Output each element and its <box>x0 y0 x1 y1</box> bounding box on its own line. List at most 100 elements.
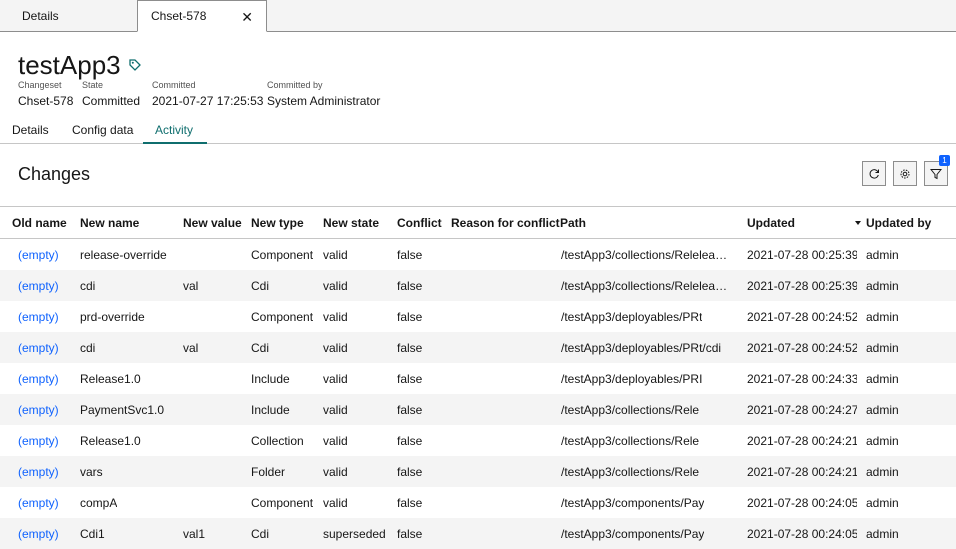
old-name-link[interactable]: (empty) <box>18 496 59 510</box>
table-cell: /testApp3/collections/Rele <box>561 434 700 448</box>
meta-committed: Committed 2021-07-27 17:25:53 <box>152 80 263 108</box>
table-cell: /testApp3/components/Pay <box>561 496 705 510</box>
table-cell: admin <box>866 372 899 386</box>
subtab-activity[interactable]: Activity <box>143 118 207 144</box>
settings-button[interactable] <box>893 161 917 186</box>
table-cell: admin <box>866 434 899 448</box>
column-header[interactable]: Reason for conflict <box>451 216 560 230</box>
tag-icon[interactable] <box>128 58 142 72</box>
table-cell: /testApp3/deployables/PRI <box>561 372 703 386</box>
table-cell: Folder <box>251 465 286 479</box>
table-row[interactable]: (empty) cdi val Cdi valid false/testApp3/coll… <box>0 270 956 301</box>
table-cell: admin <box>866 310 899 324</box>
table-cell: 2021-07-28 00:24:33 <box>747 372 857 386</box>
table-cell: val <box>183 341 199 355</box>
table-cell: valid <box>323 310 348 324</box>
table-cell: false <box>397 248 423 262</box>
table-row[interactable]: (empty) Release1.0 Collection valid false/te… <box>0 425 956 456</box>
meta-changeset: Changeset Chset-578 <box>18 80 73 108</box>
table-row[interactable]: (empty) cdi val Cdi valid false/testApp3/depl… <box>0 332 956 363</box>
old-name-link[interactable]: (empty) <box>18 403 59 417</box>
table-cell: /testApp3/deployables/PRt <box>561 310 703 324</box>
table-cell: false <box>397 279 423 293</box>
table-cell: false <box>397 372 423 386</box>
table-cell: Component <box>251 248 314 262</box>
meta-value: Chset-578 <box>18 94 74 108</box>
sort-descending-icon[interactable] <box>855 221 861 225</box>
old-name-link[interactable]: (empty) <box>18 310 59 324</box>
tab-changeset[interactable]: Chset-578 ✕ <box>137 0 267 32</box>
column-header[interactable]: Path <box>560 216 586 230</box>
table-cell: false <box>397 465 423 479</box>
old-name-link[interactable]: (empty) <box>18 372 59 386</box>
column-header[interactable]: Updated by <box>866 216 931 230</box>
table-cell: Cdi <box>251 341 270 355</box>
table-cell: valid <box>323 465 348 479</box>
table-cell: 2021-07-28 00:24:05 <box>747 496 857 510</box>
table-cell: Collection <box>251 434 304 448</box>
subtab-details[interactable]: Details <box>12 118 49 144</box>
table-cell: Cdi <box>251 527 270 541</box>
table-cell: release-override <box>80 248 167 262</box>
sub-tabs: Details Config data Activity <box>0 118 956 144</box>
refresh-button[interactable] <box>862 161 886 186</box>
table-cell: vars <box>80 465 103 479</box>
meta-value: 2021-07-27 17:25:53 <box>152 94 264 108</box>
table-cell: cdi <box>80 279 96 293</box>
table-cell: superseded <box>323 527 386 541</box>
column-header[interactable]: Old name <box>12 216 67 230</box>
table-cell: valid <box>323 434 348 448</box>
table-cell: admin <box>866 527 899 541</box>
column-header[interactable]: New name <box>80 216 139 230</box>
table-row[interactable]: (empty) compA Component valid false/testApp3… <box>0 487 956 518</box>
gear-icon <box>900 169 910 178</box>
column-header[interactable]: New type <box>251 216 304 230</box>
subtab-config-data[interactable]: Config data <box>72 118 133 144</box>
old-name-link[interactable]: (empty) <box>18 434 59 448</box>
table-cell: cdi <box>80 341 96 355</box>
subtab-label: Config data <box>72 123 134 137</box>
table-row[interactable]: (empty) prd-override Component valid false/t… <box>0 301 956 332</box>
table-cell: valid <box>323 279 348 293</box>
table-cell: Include <box>251 403 290 417</box>
column-header[interactable]: Updated <box>747 216 795 230</box>
table-cell: compA <box>80 496 118 510</box>
tab-label: Chset-578 <box>151 9 207 23</box>
refresh-icon <box>869 168 879 179</box>
table-row[interactable]: (empty) PaymentSvc1.0 Include valid false/te… <box>0 394 956 425</box>
table-cell: admin <box>866 403 899 417</box>
table-cell: 2021-07-28 00:25:39 <box>747 279 857 293</box>
table-row[interactable]: (empty) Release1.0 Include valid false/testA… <box>0 363 956 394</box>
table-row[interactable]: (empty) Cdi1 val1 Cdi superseded false/testAp… <box>0 518 956 549</box>
table-cell: /testApp3/collections/Rele <box>561 403 700 417</box>
table-cell: false <box>397 341 423 355</box>
table-cell: admin <box>866 248 899 262</box>
meta-label: Changeset <box>18 80 62 90</box>
tab-label: Details <box>22 9 59 23</box>
table-cell: val <box>183 279 199 293</box>
table-header: Old name New name New value New type New… <box>0 206 956 239</box>
old-name-link[interactable]: (empty) <box>18 248 59 262</box>
page-title: testApp3 <box>18 50 121 80</box>
column-header[interactable]: New value <box>183 216 242 230</box>
meta-value: Committed <box>82 94 141 108</box>
table-cell: 2021-07-28 00:24:05 <box>747 527 857 541</box>
table-cell: val1 <box>183 527 206 541</box>
top-tab-bar: Details Chset-578 ✕ <box>0 0 956 32</box>
table-cell: /testApp3/components/Pay <box>561 527 705 541</box>
column-header[interactable]: Conflict <box>397 216 442 230</box>
table-cell: PaymentSvc1.0 <box>80 403 165 417</box>
table-row[interactable]: (empty) release-override Component valid fal… <box>0 239 956 270</box>
table-cell: 2021-07-28 00:25:39 <box>747 248 857 262</box>
table-row[interactable]: (empty) vars Folder valid false/testApp3/col… <box>0 456 956 487</box>
old-name-link[interactable]: (empty) <box>18 341 59 355</box>
column-header[interactable]: New state <box>323 216 379 230</box>
tab-details[interactable]: Details <box>0 0 137 32</box>
old-name-link[interactable]: (empty) <box>18 465 59 479</box>
table-cell: valid <box>323 372 348 386</box>
table-cell: valid <box>323 403 348 417</box>
close-icon[interactable]: ✕ <box>241 10 253 24</box>
old-name-link[interactable]: (empty) <box>18 279 59 293</box>
old-name-link[interactable]: (empty) <box>18 527 59 541</box>
table-cell: /testApp3/collections/Relelea… <box>561 248 728 262</box>
